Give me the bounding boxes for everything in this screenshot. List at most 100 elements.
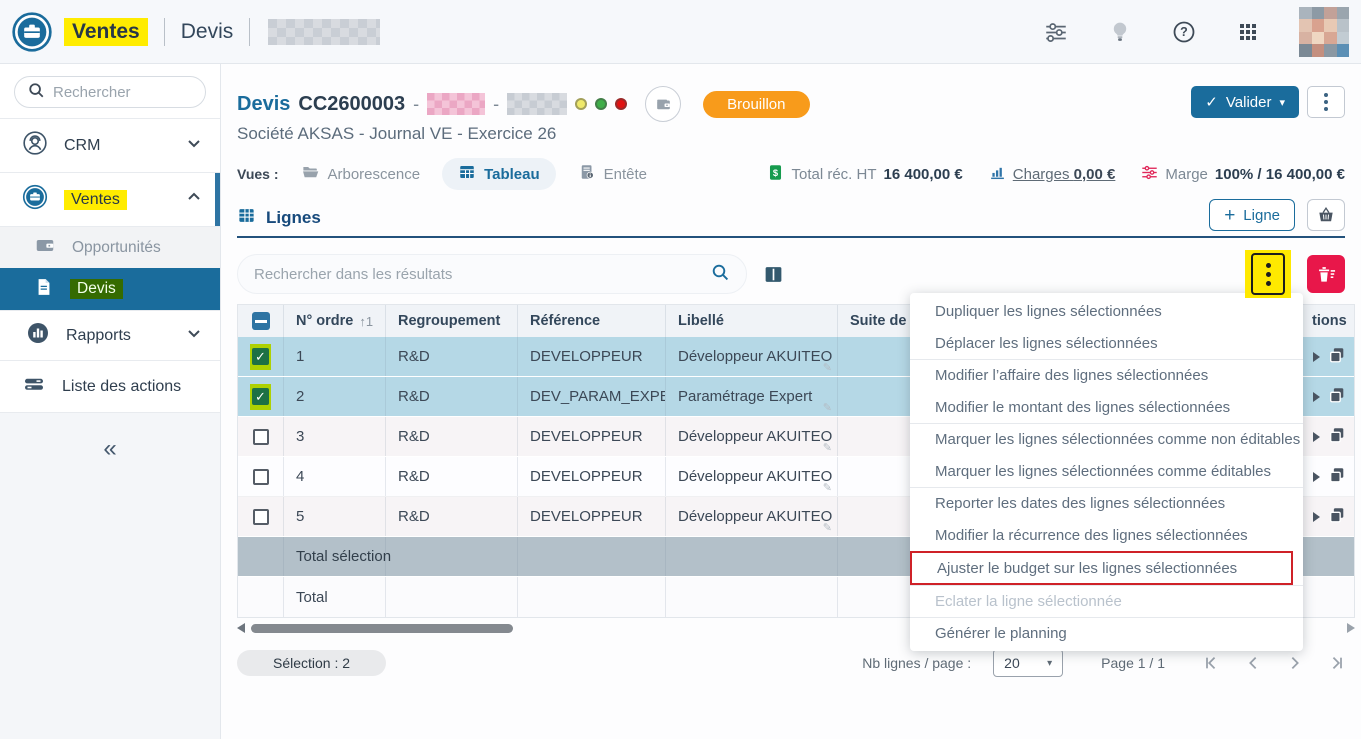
breadcrumb-module[interactable]: Ventes [64,18,148,46]
search-icon[interactable] [710,262,730,287]
col-header-ordre[interactable]: N° ordre↑1 [284,305,386,337]
select-all-checkbox[interactable] [252,312,270,330]
last-page-button[interactable] [1329,655,1345,671]
svg-text:?: ? [1180,25,1188,39]
sidebar-item-rapports[interactable]: Rapports [0,310,220,360]
row-checkbox-checked[interactable]: ✓ [252,388,269,405]
tab-entete[interactable]: Entête [578,163,647,185]
breadcrumb-section[interactable]: Devis [181,20,234,44]
document-icon [34,277,54,302]
first-page-button[interactable] [1203,655,1219,671]
sidebar-item-ventes[interactable]: Ventes [0,172,220,226]
cell-actions [1300,377,1354,416]
breadcrumb-divider [164,18,165,46]
checkbox-highlight-annotation: ✓ [250,384,271,410]
col-header-regroupement[interactable]: Regroupement [386,305,518,337]
views-label: Vues : [237,166,279,182]
preferences-sliders-icon[interactable] [1043,19,1069,45]
row-checkbox[interactable] [253,429,269,445]
kebab-highlight-annotation [1245,250,1291,298]
svg-text:$: $ [773,167,779,177]
charges-label: Charges [1013,166,1070,183]
wallet-icon [34,234,56,261]
topbar: Ventes Devis ? [0,0,1361,64]
plus-icon: + [1224,206,1235,225]
sidebar-search[interactable] [14,76,206,108]
menu-item[interactable]: Déplacer les lignes sélectionnées [910,327,1303,359]
lightbulb-icon[interactable] [1107,19,1133,45]
user-avatar[interactable] [1299,7,1349,57]
duplicate-icon[interactable] [1328,346,1346,368]
title-separator: - [493,94,499,115]
prev-page-button[interactable] [1245,655,1261,671]
add-line-button[interactable]: + Ligne [1209,199,1295,231]
grid-icon [237,206,256,230]
wallet-button[interactable] [645,86,681,122]
duplicate-icon[interactable] [1328,466,1346,488]
validate-button[interactable]: ✓ Valider ▾ [1191,86,1299,118]
duplicate-icon[interactable] [1328,506,1346,528]
sidebar-collapse-button[interactable]: « [0,435,220,463]
tab-tableau[interactable]: Tableau [442,158,556,190]
basket-button[interactable] [1307,199,1345,231]
scroll-left-arrow[interactable] [237,623,245,633]
menu-item[interactable]: Modifier le montant des lignes sélection… [910,391,1303,423]
expand-icon[interactable] [1313,352,1320,362]
lines-kebab-menu-button[interactable] [1251,253,1285,295]
apps-grid-icon[interactable] [1235,19,1261,45]
expand-icon[interactable] [1313,512,1320,522]
expand-icon[interactable] [1313,432,1320,442]
sort-indicator: ↑1 [359,314,373,329]
duplicate-icon[interactable] [1328,426,1346,448]
table-footer: Sélection : 2 Nb lignes / page : 20 ▾ Pa… [237,648,1345,678]
menu-item[interactable]: Générer le planning [910,617,1303,649]
cell-regroupement: R&D [386,497,518,536]
expand-icon[interactable] [1313,472,1320,482]
edit-icon[interactable]: ✎ [823,481,832,494]
charges-value: 0,00 € [1074,166,1116,183]
menu-item[interactable]: Marquer les lignes sélectionnées comme é… [910,455,1303,487]
cell-actions [1300,457,1354,496]
header-kebab-menu-button[interactable] [1307,86,1345,118]
sidebar-item-opportunites[interactable]: Opportunités [0,226,220,268]
status-dot-green [595,98,607,110]
help-icon[interactable]: ? [1171,19,1197,45]
app-logo-briefcase-icon[interactable] [12,12,52,52]
scrollbar-thumb[interactable] [251,624,513,633]
expand-icon[interactable] [1313,392,1320,402]
sidebar-item-devis[interactable]: Devis [0,268,220,310]
edit-icon[interactable]: ✎ [823,401,832,414]
sidebar-item-crm[interactable]: CRM [0,118,220,172]
delete-lines-button[interactable] [1307,255,1345,293]
status-dot-yellow [575,98,587,110]
per-page-select[interactable]: 20 ▾ [993,649,1063,677]
sidebar-search-input[interactable] [53,84,183,101]
menu-item-ajuster-budget-annotated[interactable]: Ajuster le budget sur les lignes sélecti… [910,551,1293,585]
sidebar-item-label: Liste des actions [62,378,181,396]
row-checkbox[interactable] [253,509,269,525]
duplicate-icon[interactable] [1328,386,1346,408]
col-header-libelle[interactable]: Libellé [666,305,838,337]
menu-item[interactable]: Reporter les dates des lignes sélectionn… [910,487,1303,519]
cell-reference: DEVELOPPEUR [518,457,666,496]
total-rec-ht: $ Total réc. HT 16 400,00 € [767,164,962,185]
scroll-right-arrow[interactable] [1347,623,1355,633]
menu-item[interactable]: Modifier l’affaire des lignes sélectionn… [910,359,1303,391]
edit-icon[interactable]: ✎ [823,361,832,374]
menu-item[interactable]: Dupliquer les lignes sélectionnées [910,295,1303,327]
results-search[interactable] [237,254,747,294]
row-checkbox[interactable] [253,469,269,485]
sidebar-item-liste-des-actions[interactable]: Liste des actions [0,360,220,412]
edit-icon[interactable]: ✎ [823,441,832,454]
tab-arborescence[interactable]: Arborescence [301,163,421,186]
column-picker-icon[interactable] [763,264,784,285]
results-search-input[interactable] [254,266,710,283]
menu-item[interactable]: Marquer les lignes sélectionnées comme n… [910,423,1303,455]
edit-icon[interactable]: ✎ [823,521,832,534]
row-checkbox-checked[interactable]: ✓ [252,348,269,365]
col-header-actions-partial[interactable]: tions [1300,305,1354,337]
menu-item[interactable]: Modifier la récurrence des lignes sélect… [910,519,1303,551]
col-header-reference[interactable]: Référence [518,305,666,337]
next-page-button[interactable] [1287,655,1303,671]
charges-link[interactable]: Charges 0,00 € [1013,166,1116,183]
